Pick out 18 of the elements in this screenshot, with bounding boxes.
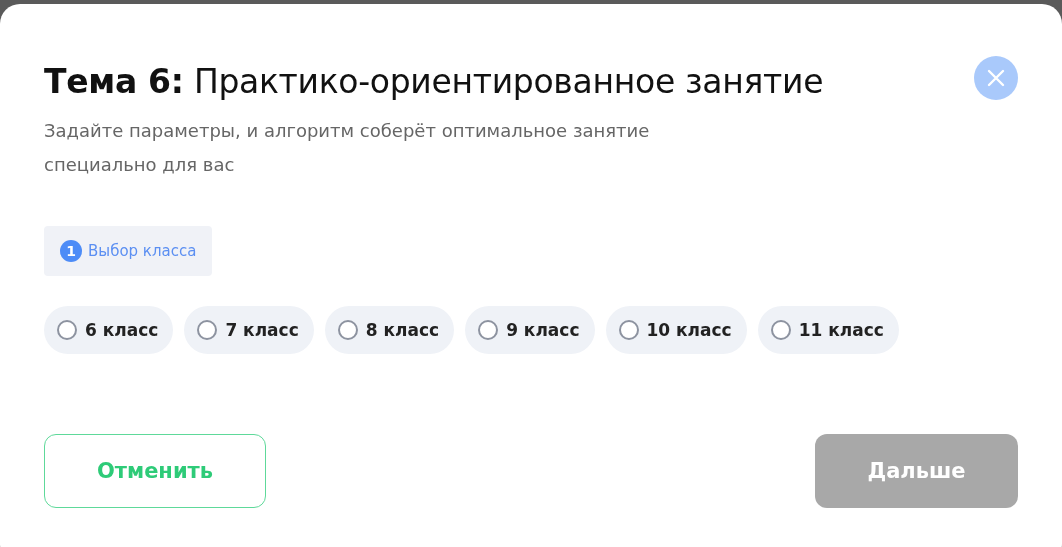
radio-icon [770,320,791,340]
radio-icon [337,320,358,340]
grade-option[interactable]: 11 класс [757,306,899,354]
close-icon [986,68,1006,88]
grade-option[interactable]: 8 класс [324,306,455,354]
dialog-title: Тема 6: Практико-ориентированное занятие [44,61,824,103]
grade-option[interactable]: 10 класс [605,306,747,354]
close-button[interactable] [974,56,1018,100]
radio-icon [618,320,639,340]
radio-icon [197,320,218,340]
radio-icon [478,320,499,340]
grade-option[interactable]: 6 класс [44,306,174,354]
step-label: Выбор класса [88,242,197,260]
dialog-subtitle: Задайте параметры, и алгоритм соберёт оптимальное занятие специально для вас [44,119,651,177]
step-number: 1 [60,240,82,262]
radio-icon [57,320,77,340]
grade-option[interactable]: 9 класс [465,306,595,354]
grade-option[interactable]: 7 класс [184,306,314,354]
